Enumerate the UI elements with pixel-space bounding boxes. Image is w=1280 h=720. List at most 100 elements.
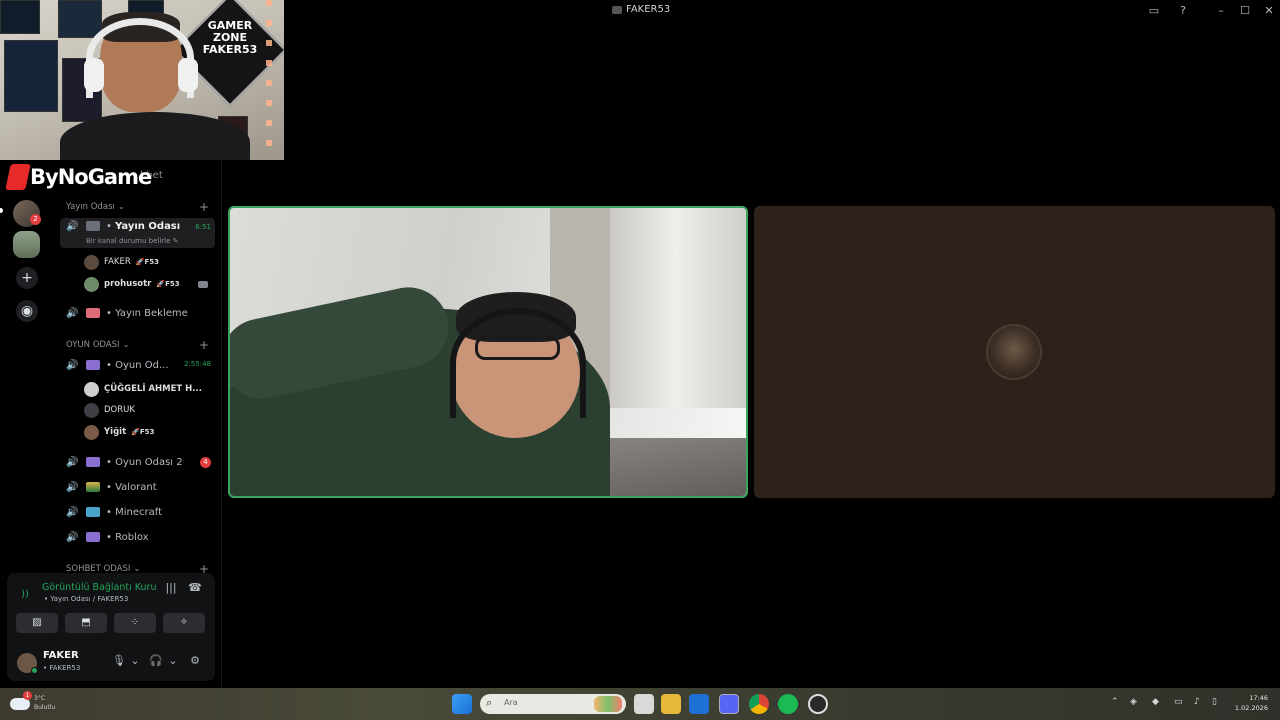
video-tile-avatar[interactable] — [754, 206, 1275, 498]
taskbar-clock[interactable]: 17:46 1.02.2026 — [1228, 693, 1268, 713]
headset-icon[interactable]: 🎧 — [148, 653, 164, 669]
online-status-dot — [31, 667, 38, 674]
controller-icon — [86, 457, 100, 467]
discord-icon[interactable] — [719, 694, 739, 714]
channel-emoji-icon — [86, 221, 100, 231]
channel-notification-badge: 4 — [200, 456, 211, 468]
category-yayin-odasi[interactable]: Yayın Odası ⌄ — [66, 202, 125, 212]
controller-icon — [86, 360, 100, 370]
voice-user-prohusotr[interactable]: prohusotr 🚀F53 — [84, 275, 208, 293]
chevron-down-icon[interactable]: ⌄ — [127, 653, 143, 669]
add-channel-icon[interactable]: + — [199, 200, 209, 214]
screen-share-button[interactable]: ⬒ — [65, 613, 107, 633]
chevron-down-icon[interactable]: ⌄ — [165, 653, 181, 669]
user-tag: 🚀F53 — [135, 258, 160, 266]
search-placeholder: Ara — [504, 698, 518, 707]
wall-poster — [0, 0, 40, 34]
maximize-button[interactable]: ☐ — [1237, 3, 1253, 19]
channel-timer: 2:55:48 — [184, 360, 211, 368]
user-tag: 🚀F53 — [131, 428, 155, 436]
battery-icon[interactable]: ▯ — [1212, 697, 1217, 707]
tray-app-icon[interactable]: ◆ — [1152, 697, 1159, 707]
voice-user-faker[interactable]: FAKER 🚀F53 — [84, 253, 159, 271]
channel-oyun-odasi[interactable]: 🔊 • Oyun Od... 2:55:48 — [60, 355, 215, 375]
weather-text[interactable]: 3°C Bulutlu — [34, 694, 55, 712]
user-name: DORUK — [104, 405, 135, 415]
channel-name: • Yayın Odası — [106, 221, 181, 232]
camera-toggle-button[interactable]: ▨ — [16, 613, 58, 633]
windows-start-icon[interactable] — [452, 694, 472, 714]
voice-user-doruk[interactable]: DORUK — [84, 401, 135, 419]
channel-oyun-odasi-2[interactable]: 🔊 • Oyun Odası 2 4 — [60, 452, 215, 472]
avatar — [84, 254, 99, 270]
network-icon[interactable]: ▭ — [1174, 697, 1183, 707]
add-channel-icon[interactable]: + — [199, 338, 209, 352]
chevron-down-icon: ⌄ — [122, 340, 130, 350]
chevron-down-icon: ⌄ — [117, 202, 125, 212]
discover-icon[interactable]: ◉ — [16, 300, 38, 322]
channel-status[interactable]: Bir kanal durumu belirle ✎ — [86, 237, 179, 245]
spotify-icon[interactable] — [778, 694, 798, 714]
weather-badge: 1 — [23, 691, 32, 700]
server-notification-badge: 2 — [30, 214, 41, 225]
speaker-icon: 🔊 — [66, 307, 79, 319]
category-oyun-odasi[interactable]: OYUN ODASI ⌄ — [66, 340, 130, 350]
windows-taskbar: 1 3°C Bulutlu ⌕ Ara ⌃ ◈ ◆ ▭ ♪ ▯ 17:46 1.… — [0, 688, 1280, 720]
activities-button[interactable]: ⁘ — [114, 613, 156, 633]
close-button[interactable]: ✕ — [1261, 3, 1277, 19]
signal-icon[interactable]: )) — [17, 587, 33, 603]
chrome-icon[interactable] — [749, 694, 769, 714]
task-view-icon[interactable] — [634, 694, 654, 714]
file-explorer-icon[interactable] — [661, 694, 681, 714]
speaker-icon: 🔊 — [66, 506, 79, 518]
add-server-icon[interactable]: + — [16, 267, 38, 289]
user-name: ÇÜĞGELİ AHMET H... — [104, 384, 202, 394]
store-icon[interactable] — [689, 694, 709, 714]
channel-minecraft[interactable]: 🔊 • Minecraft — [60, 502, 215, 522]
help-icon[interactable]: ? — [1175, 3, 1191, 19]
taskbar-search[interactable]: ⌕ Ara — [480, 694, 626, 714]
volume-icon[interactable]: ♪ — [1194, 697, 1200, 707]
channel-name: • Valorant — [106, 481, 157, 493]
settings-icon[interactable]: ⚙ — [187, 653, 203, 669]
soundboard-button[interactable]: ✧ — [163, 613, 205, 633]
channel-yayin-bekleme[interactable]: 🔊 • Yayın Bekleme — [60, 303, 215, 323]
category-label: Yayın Odası — [66, 202, 115, 212]
minimize-button[interactable]: – — [1213, 3, 1229, 19]
microphone-icon[interactable]: 🎙 — [111, 653, 127, 669]
user-name: FAKER — [104, 257, 131, 267]
channel-timer: 6:51 — [195, 223, 211, 231]
user-tag: 🚀F53 — [156, 280, 180, 288]
channel-name: • Yayın Bekleme — [106, 307, 188, 319]
weather-widget[interactable]: 1 — [10, 691, 32, 711]
picture-icon — [86, 507, 100, 517]
voice-user-yigit[interactable]: Yiğit 🚀F53 — [84, 423, 154, 441]
disconnect-icon[interactable]: ☎ — [186, 579, 204, 597]
current-user-name[interactable]: FAKER — [43, 650, 79, 661]
inbox-icon[interactable]: ▭ — [1146, 3, 1162, 19]
glasses-icon — [475, 336, 560, 360]
avatar — [986, 324, 1042, 380]
channel-valorant[interactable]: 🔊 • Valorant — [60, 477, 215, 497]
noise-suppression-icon[interactable]: ||| — [162, 579, 180, 597]
stream-brand-logo: ByNoGame — [5, 164, 152, 190]
headphones-icon — [84, 58, 104, 92]
voice-connection-panel: )) Görüntülü Bağlantı Kuru • Yayın Odası… — [7, 573, 215, 681]
server-secondary[interactable] — [13, 231, 40, 258]
voice-status[interactable]: Görüntülü Bağlantı Kuru — [42, 582, 157, 593]
channel-yayin-odasi[interactable]: 🔊 • Yayın Odası 6:51 Bir kanal durumu be… — [60, 218, 215, 248]
current-user-status: • FAKER53 — [43, 664, 81, 672]
obs-icon[interactable] — [808, 694, 828, 714]
tray-app-icon[interactable]: ◈ — [1130, 697, 1137, 707]
video-tile-speaking[interactable] — [228, 206, 748, 498]
gamer-zone-sign-text: GAMER ZONE FAKER53 — [202, 19, 258, 56]
channel-roblox[interactable]: 🔊 • Roblox — [60, 527, 215, 547]
search-highlight-image — [594, 696, 622, 712]
tray-overflow-icon[interactable]: ⌃ — [1111, 697, 1119, 707]
flag-icon — [86, 482, 100, 492]
voice-user-ahmet[interactable]: ÇÜĞGELİ AHMET H... — [84, 380, 202, 398]
voice-location[interactable]: • Yayın Odası / FAKER53 — [44, 595, 128, 603]
wall-poster — [58, 0, 102, 38]
avatar — [84, 402, 99, 418]
speaker-icon: 🔊 — [66, 456, 79, 468]
